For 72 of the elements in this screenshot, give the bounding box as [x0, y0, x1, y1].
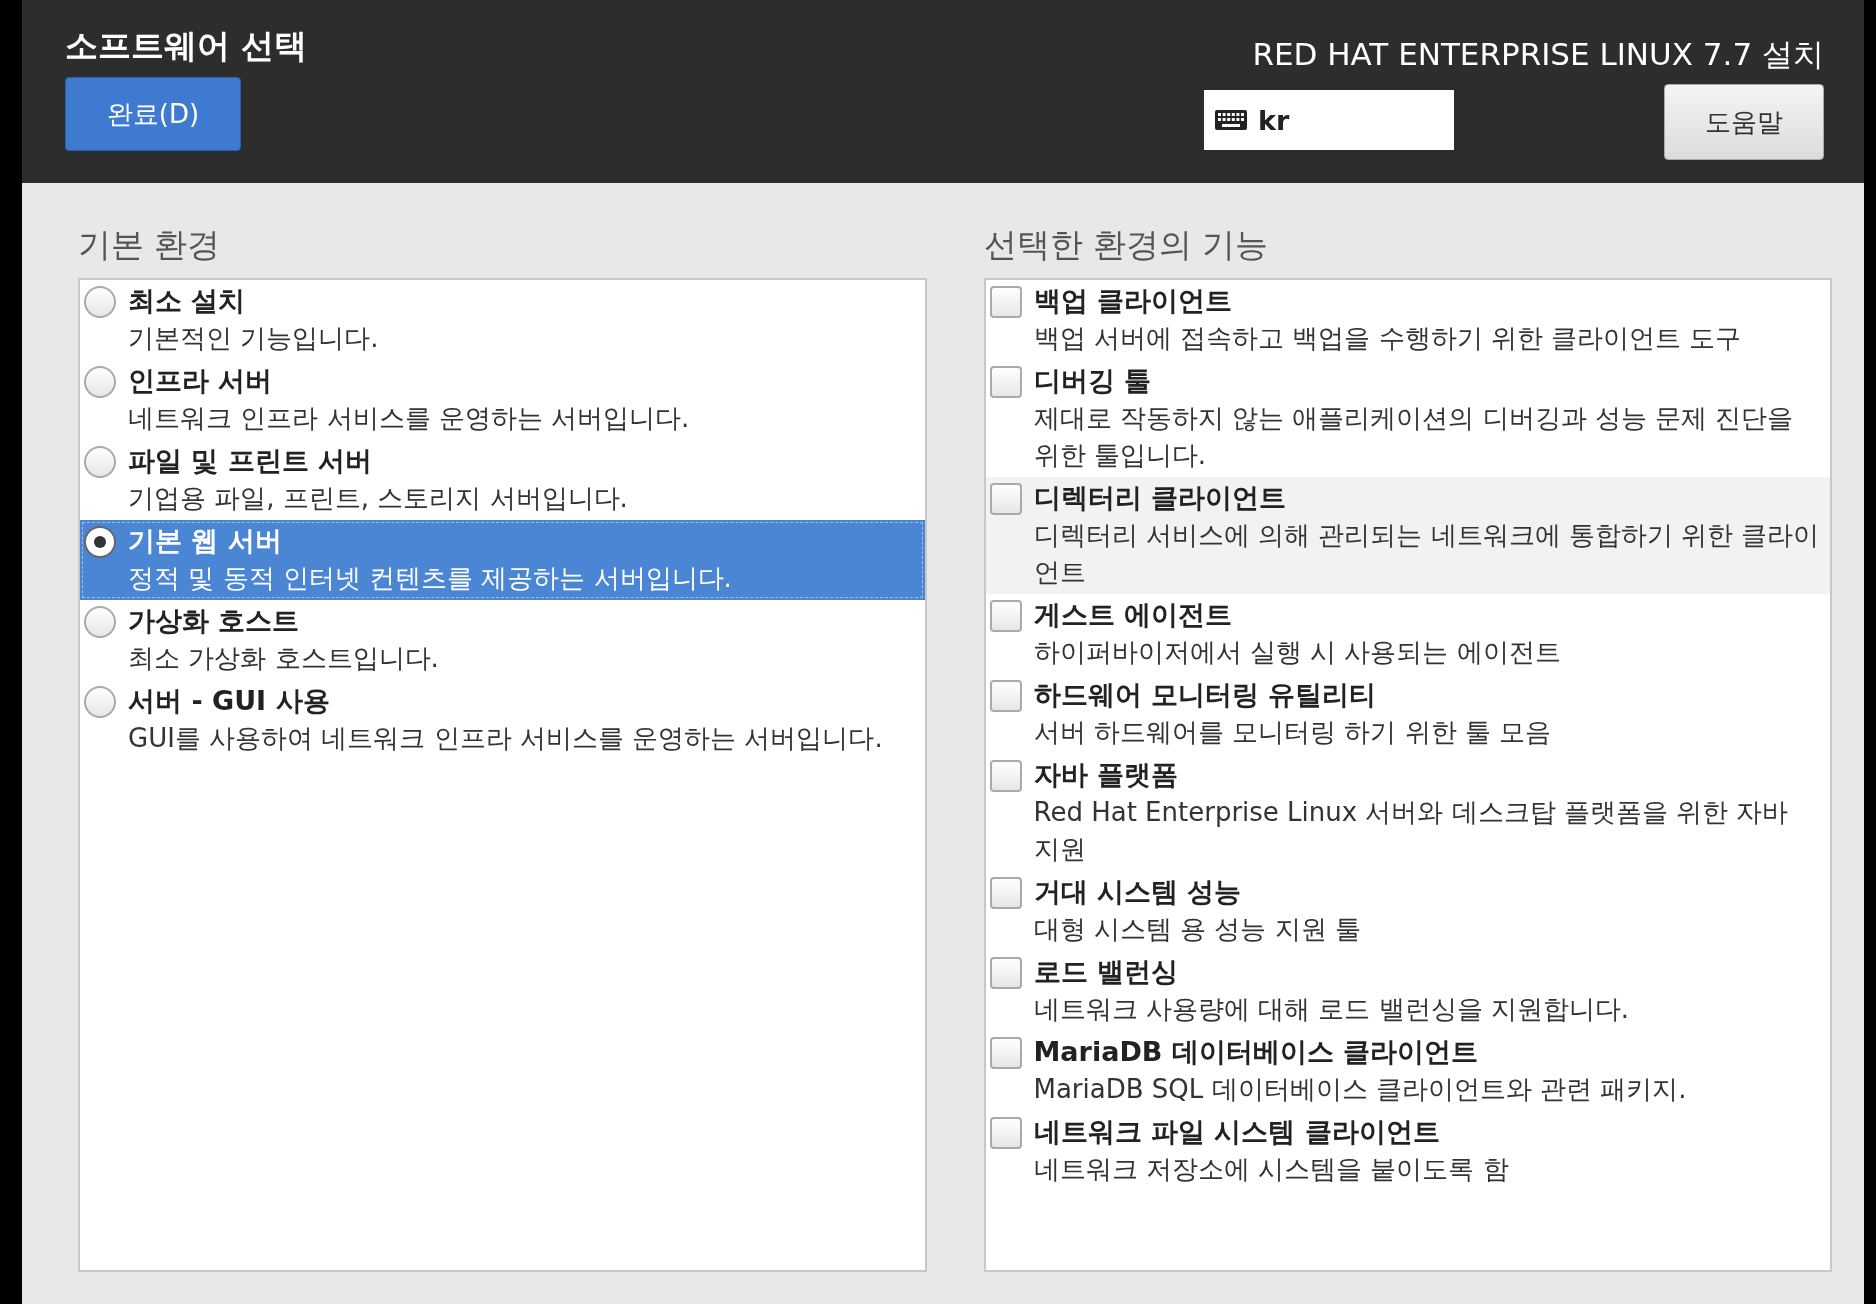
- environment-item[interactable]: 기본 웹 서버 정적 및 동적 인터넷 컨텐츠를 제공하는 서버입니다.: [80, 520, 925, 600]
- addon-item[interactable]: 백업 클라이언트 백업 서버에 접속하고 백업을 수행하기 위한 클라이언트 도구: [985, 280, 1830, 360]
- environment-item[interactable]: 최소 설치 기본적인 기능입니다.: [80, 280, 925, 360]
- checkbox[interactable]: [989, 1037, 1022, 1069]
- radio-button[interactable]: [84, 366, 116, 398]
- checkbox[interactable]: [989, 957, 1022, 989]
- addon-name: 거대 시스템 성능: [1033, 875, 1243, 909]
- environment-description: 정적 및 동적 인터넷 컨텐츠를 제공하는 서버입니다.: [128, 562, 732, 595]
- addon-name: 게스트 에이전트: [1033, 598, 1233, 632]
- radio-button[interactable]: [84, 686, 116, 718]
- radio-button[interactable]: [84, 526, 116, 558]
- checkbox[interactable]: [989, 366, 1022, 398]
- checkbox[interactable]: [989, 680, 1022, 712]
- addon-name: 로드 밸런싱: [1033, 955, 1179, 989]
- section-heading: 선택한 환경의 기능: [983, 224, 1270, 266]
- addon-description: 네트워크 저장소에 시스템을 붙이도록 함: [1033, 1153, 1509, 1186]
- addon-description: 하이퍼바이저에서 실행 시 사용되는 에이전트: [1033, 636, 1561, 669]
- keyboard-icon: [1214, 109, 1248, 131]
- environment-name: 서버 - GUI 사용: [128, 684, 331, 718]
- keyboard-layout-field[interactable]: kr: [1204, 90, 1454, 150]
- radio-button[interactable]: [84, 446, 116, 478]
- environment-description: 기본적인 기능입니다.: [128, 322, 379, 355]
- environment-item[interactable]: 서버 - GUI 사용 GUI를 사용하여 네트워크 인프라 서비스를 운영하는 서버입니다.: [80, 680, 925, 760]
- page-title: 소프트웨어 선택: [65, 25, 308, 67]
- addon-item[interactable]: 로드 밸런싱 네트워크 사용량에 대해 로드 밸런싱을 지원합니다.: [985, 951, 1830, 1031]
- checkbox[interactable]: [989, 286, 1022, 318]
- environment-description: GUI를 사용하여 네트워크 인프라 서비스를 운영하는 서버입니다.: [128, 722, 883, 755]
- environment-name: 인프라 서버: [128, 364, 274, 398]
- environment-item[interactable]: 가상화 호스트 최소 가상화 호스트입니다.: [80, 600, 925, 680]
- done-button[interactable]: 완료(D): [65, 77, 241, 151]
- addon-name: 디버깅 툴: [1033, 364, 1152, 398]
- environment-description: 기업용 파일, 프린트, 스토리지 서버입니다.: [128, 482, 628, 515]
- addon-item[interactable]: 디버깅 툴 제대로 작동하지 않는 애플리케이션의 디버깅과 성능 문제 진단을 위한 툴입니다.: [985, 360, 1830, 477]
- environment-item[interactable]: 파일 및 프린트 서버 기업용 파일, 프린트, 스토리지 서버입니다.: [80, 440, 925, 520]
- checkbox[interactable]: [989, 600, 1022, 632]
- addon-item[interactable]: 디렉터리 클라이언트 디렉터리 서비스에 의해 관리되는 네트워크에 통합하기 위한 클라이언트: [985, 477, 1830, 594]
- addon-item[interactable]: 네트워크 파일 시스템 클라이언트 네트워크 저장소에 시스템을 붙이도록 함: [985, 1111, 1830, 1191]
- checkbox[interactable]: [989, 877, 1022, 909]
- addon-name: 네트워크 파일 시스템 클라이언트: [1033, 1115, 1441, 1149]
- addon-item[interactable]: 하드웨어 모니터링 유틸리티 서버 하드웨어를 모니터링 하기 위한 툴 모음: [985, 674, 1830, 754]
- environment-description: 최소 가상화 호스트입니다.: [128, 642, 439, 675]
- addon-name: 자바 플랫폼: [1033, 758, 1179, 792]
- addon-description: 백업 서버에 접속하고 백업을 수행하기 위한 클라이언트 도구: [1033, 322, 1742, 355]
- addon-description: 제대로 작동하지 않는 애플리케이션의 디버깅과 성능 문제 진단을 위한 툴입니다.: [1033, 402, 1795, 472]
- addon-description: 디렉터리 서비스에 의해 관리되는 네트워크에 통합하기 위한 클라이언트: [1033, 519, 1820, 589]
- addon-name: 디렉터리 클라이언트: [1033, 481, 1287, 515]
- radio-button[interactable]: [84, 286, 116, 318]
- addon-item[interactable]: 자바 플랫폼 Red Hat Enterprise Linux 서버와 데스크탑 플랫폼을 위한 자바 지원: [985, 754, 1830, 871]
- environment-name: 최소 설치: [128, 284, 247, 318]
- addon-description: MariaDB SQL 데이터베이스 클라이언트와 관련 패키지.: [1033, 1073, 1687, 1106]
- addon-name: 하드웨어 모니터링 유틸리티: [1033, 678, 1378, 712]
- checkbox[interactable]: [989, 483, 1022, 515]
- environment-name: 기본 웹 서버: [128, 524, 283, 558]
- checkbox[interactable]: [989, 1117, 1022, 1149]
- product-title: RED HAT ENTERPRISE LINUX 7.7 설치: [1252, 35, 1824, 74]
- addon-description: 대형 시스템 용 성능 지원 툴: [1033, 913, 1361, 946]
- addon-name: MariaDB 데이터베이스 클라이언트: [1033, 1035, 1480, 1069]
- addon-name: 백업 클라이언트: [1033, 284, 1233, 318]
- environment-description: 네트워크 인프라 서비스를 운영하는 서버입니다.: [128, 402, 690, 435]
- checkbox[interactable]: [989, 760, 1022, 792]
- addon-description: Red Hat Enterprise Linux 서버와 데스크탑 플랫폼을 위한 자바 지원: [1033, 796, 1790, 866]
- section-heading: 기본 환경: [78, 224, 222, 266]
- addon-description: 네트워크 사용량에 대해 로드 밸런싱을 지원합니다.: [1033, 993, 1630, 1026]
- addon-item[interactable]: 게스트 에이전트 하이퍼바이저에서 실행 시 사용되는 에이전트: [985, 594, 1830, 674]
- help-button[interactable]: 도움말: [1664, 84, 1824, 160]
- addon-description: 서버 하드웨어를 모니터링 하기 위한 툴 모음: [1033, 716, 1552, 749]
- environment-name: 가상화 호스트: [128, 604, 301, 638]
- addon-item[interactable]: 거대 시스템 성능 대형 시스템 용 성능 지원 툴: [985, 871, 1830, 951]
- radio-button[interactable]: [84, 606, 116, 638]
- environment-item[interactable]: 인프라 서버 네트워크 인프라 서비스를 운영하는 서버입니다.: [80, 360, 925, 440]
- addon-item[interactable]: MariaDB 데이터베이스 클라이언트 MariaDB SQL 데이터베이스 클라이언트와 관련 패키지.: [985, 1031, 1830, 1111]
- environment-name: 파일 및 프린트 서버: [128, 444, 374, 478]
